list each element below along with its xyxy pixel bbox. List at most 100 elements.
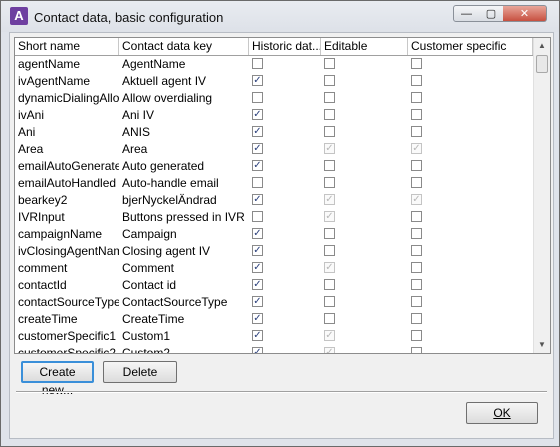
create-new-button[interactable]: Create new... (21, 361, 94, 397)
editable-checkbox[interactable] (324, 296, 335, 307)
editable-checkbox: ✓ (324, 194, 335, 205)
historic-data-checkbox[interactable]: ✓ (252, 194, 263, 205)
customer-specific-cell (408, 124, 533, 141)
customer-specific-checkbox[interactable] (411, 160, 422, 171)
historic-data-cell (249, 90, 321, 107)
short-name-cell: agentName (18, 57, 81, 71)
customer-specific-checkbox[interactable] (411, 58, 422, 69)
table-row[interactable]: createTime CreateTime ✓ (15, 311, 533, 328)
table-row[interactable]: Area Area ✓ ✓ ✓ (15, 141, 533, 158)
minimize-button[interactable]: — (453, 5, 480, 22)
historic-data-checkbox[interactable]: ✓ (252, 109, 263, 120)
editable-checkbox[interactable] (324, 160, 335, 171)
editable-checkbox[interactable] (324, 228, 335, 239)
editable-checkbox[interactable] (324, 313, 335, 324)
customer-specific-checkbox[interactable] (411, 296, 422, 307)
customer-specific-checkbox[interactable] (411, 313, 422, 324)
separator-line (16, 391, 547, 393)
customer-specific-checkbox[interactable] (411, 347, 422, 353)
table-row[interactable]: campaignName Campaign ✓ (15, 226, 533, 243)
scroll-up-icon[interactable]: ▲ (534, 38, 550, 54)
customer-specific-checkbox[interactable] (411, 330, 422, 341)
scrollbar-thumb[interactable] (536, 55, 548, 73)
table-row[interactable]: bearkey2 bjerNyckelÄndrad ✓ ✓ ✓ (15, 192, 533, 209)
customer-specific-checkbox[interactable] (411, 245, 422, 256)
historic-data-cell (249, 56, 321, 73)
historic-data-cell: ✓ (249, 158, 321, 175)
customer-specific-checkbox[interactable] (411, 211, 422, 222)
historic-data-checkbox[interactable] (252, 177, 263, 188)
customer-specific-checkbox[interactable] (411, 126, 422, 137)
short-name-cell: ivAni (18, 108, 45, 122)
contact-data-key-cell: Contact id (122, 278, 177, 292)
table-body: agentName AgentName ivAgentName Aktuell age… (15, 56, 533, 353)
title-bar[interactable]: A Contact data, basic configuration — ▢ … (1, 1, 559, 32)
short-name-cell: ivClosingAgentName (18, 244, 119, 258)
table-row[interactable]: emailAutoGenerated Auto generated ✓ (15, 158, 533, 175)
historic-data-checkbox[interactable]: ✓ (252, 313, 263, 324)
historic-data-checkbox[interactable]: ✓ (252, 126, 263, 137)
historic-data-checkbox[interactable]: ✓ (252, 228, 263, 239)
customer-specific-checkbox[interactable] (411, 262, 422, 273)
column-header-editable[interactable]: Editable (321, 38, 408, 55)
customer-specific-cell (408, 107, 533, 124)
customer-specific-checkbox[interactable] (411, 92, 422, 103)
table-row[interactable]: dynamicDialingAllo... Allow overdialing (15, 90, 533, 107)
table-row[interactable]: agentName AgentName (15, 56, 533, 73)
column-header-contact-data-key[interactable]: Contact data key (119, 38, 249, 55)
customer-specific-checkbox[interactable] (411, 228, 422, 239)
historic-data-checkbox[interactable]: ✓ (252, 75, 263, 86)
contact-data-table: Short name Contact data key Historic dat… (14, 37, 551, 354)
editable-checkbox[interactable] (324, 245, 335, 256)
close-button[interactable]: ✕ (503, 5, 547, 22)
maximize-button[interactable]: ▢ (479, 5, 504, 22)
table-row[interactable]: Ani ANIS ✓ (15, 124, 533, 141)
table-row[interactable]: IVRInput Buttons pressed in IVR ✓ (15, 209, 533, 226)
delete-button[interactable]: Delete (103, 361, 177, 383)
historic-data-checkbox[interactable]: ✓ (252, 262, 263, 273)
historic-data-checkbox[interactable]: ✓ (252, 330, 263, 341)
editable-checkbox[interactable] (324, 177, 335, 188)
column-header-customer-specific[interactable]: Customer specific (408, 38, 533, 55)
short-name-cell: emailAutoGenerated (18, 159, 119, 173)
editable-checkbox[interactable] (324, 92, 335, 103)
table-row[interactable]: customerSpecific1 Custom1 ✓ ✓ (15, 328, 533, 345)
table-row[interactable]: comment Comment ✓ ✓ (15, 260, 533, 277)
historic-data-checkbox[interactable] (252, 211, 263, 222)
historic-data-checkbox[interactable]: ✓ (252, 279, 263, 290)
table-row[interactable]: ivClosingAgentName Closing agent IV ✓ (15, 243, 533, 260)
table-row[interactable]: ivAni Ani IV ✓ (15, 107, 533, 124)
editable-checkbox[interactable] (324, 58, 335, 69)
ok-button[interactable]: OK (466, 402, 538, 424)
historic-data-checkbox[interactable]: ✓ (252, 347, 263, 353)
short-name-cell: dynamicDialingAllo... (18, 91, 119, 105)
contact-data-key-cell: Campaign (122, 227, 177, 241)
historic-data-checkbox[interactable]: ✓ (252, 143, 263, 154)
historic-data-checkbox[interactable] (252, 58, 263, 69)
table-row[interactable]: emailAutoHandled Auto-handle email (15, 175, 533, 192)
customer-specific-cell (408, 277, 533, 294)
short-name-cell: bearkey2 (18, 193, 68, 207)
column-header-historic-data[interactable]: Historic dat... (249, 38, 321, 55)
editable-checkbox[interactable] (324, 109, 335, 120)
column-header-short-name[interactable]: Short name (15, 38, 119, 55)
historic-data-checkbox[interactable] (252, 92, 263, 103)
historic-data-checkbox[interactable]: ✓ (252, 296, 263, 307)
table-row[interactable]: contactSourceType ContactSourceType ✓ (15, 294, 533, 311)
customer-specific-checkbox[interactable] (411, 109, 422, 120)
customer-specific-checkbox[interactable] (411, 75, 422, 86)
short-name-cell: createTime (18, 312, 78, 326)
short-name-cell: contactId (18, 278, 67, 292)
historic-data-checkbox[interactable]: ✓ (252, 245, 263, 256)
historic-data-checkbox[interactable]: ✓ (252, 160, 263, 171)
editable-checkbox[interactable] (324, 75, 335, 86)
customer-specific-checkbox[interactable] (411, 279, 422, 290)
table-row[interactable]: ivAgentName Aktuell agent IV ✓ (15, 73, 533, 90)
vertical-scrollbar[interactable]: ▲ ▼ (533, 38, 550, 353)
customer-specific-checkbox[interactable] (411, 177, 422, 188)
table-row[interactable]: contactId Contact id ✓ (15, 277, 533, 294)
table-row[interactable]: customerSpecific2 Custom2 ✓ ✓ (15, 345, 533, 353)
editable-checkbox[interactable] (324, 126, 335, 137)
scroll-down-icon[interactable]: ▼ (534, 337, 550, 353)
editable-checkbox[interactable] (324, 279, 335, 290)
